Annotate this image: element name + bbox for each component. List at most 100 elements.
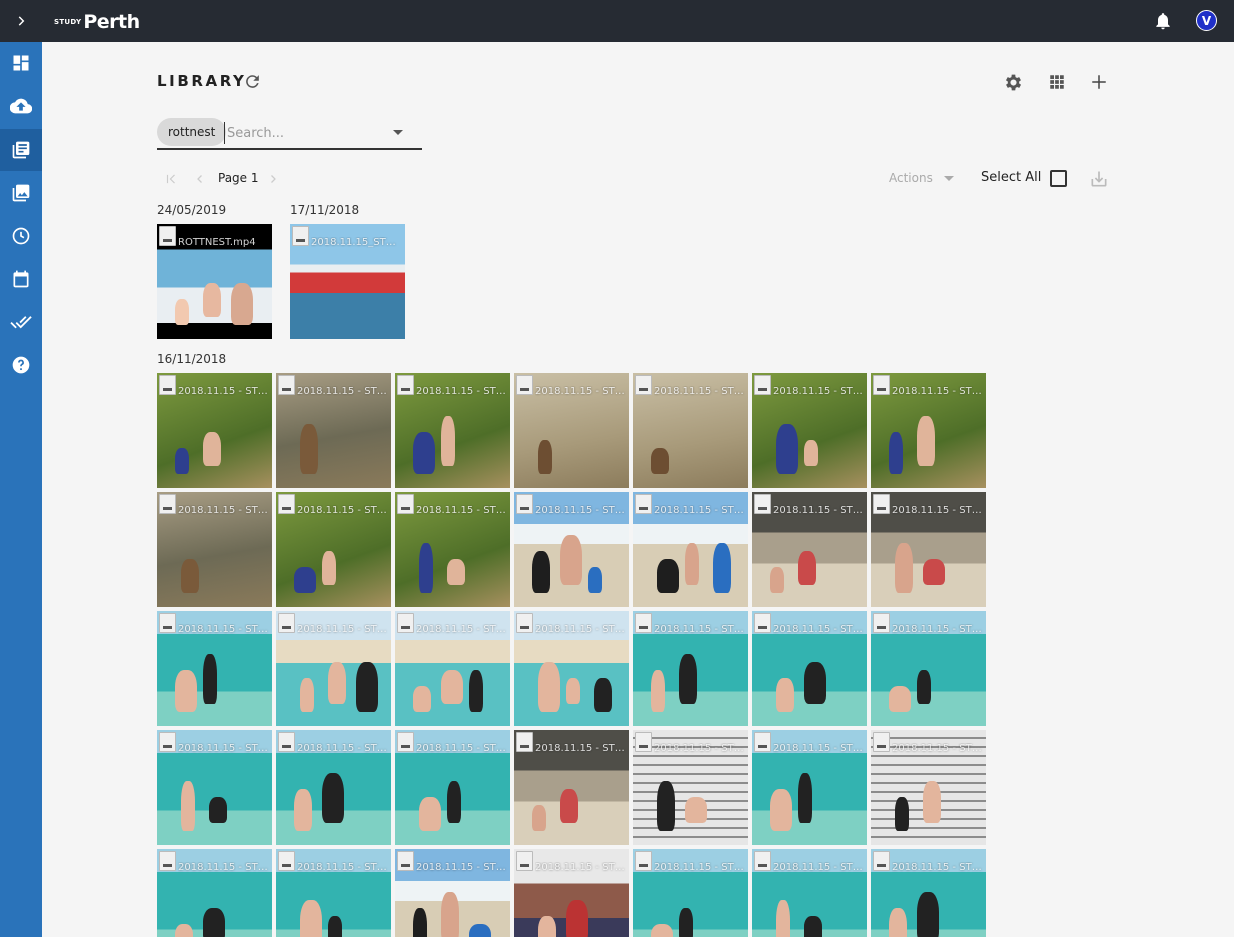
add-button[interactable] (1088, 71, 1110, 93)
chevron-right-icon (18, 16, 25, 26)
cloud-upload-icon (10, 98, 32, 114)
photo-figure (776, 678, 794, 712)
media-thumbnail[interactable]: 2018.11.15 - STUD... (395, 611, 510, 726)
media-thumbnail[interactable]: 2018.11.15 - STUD... (276, 730, 391, 845)
media-thumbnail[interactable]: 2018.11.15 - STUD... (514, 611, 629, 726)
media-thumbnail[interactable]: 2018.11.15 - STUD... (514, 849, 629, 937)
photo-figure (538, 916, 556, 937)
filter-chip[interactable]: rottnest (157, 118, 227, 146)
media-thumbnail[interactable]: 2018.11.15 - STUD... (514, 373, 629, 488)
file-type-icon (516, 732, 533, 752)
sidebar-item-calendar[interactable] (0, 258, 42, 300)
media-thumbnail[interactable]: 2018.11.15 - STUD... (871, 492, 986, 607)
photo-figure (685, 543, 699, 585)
dashboard-icon (13, 55, 29, 71)
sidebar-item-history[interactable] (0, 215, 42, 257)
media-thumbnail[interactable]: 2018.11.15 - STUD... (633, 492, 748, 607)
settings-button[interactable] (1002, 71, 1024, 93)
photo-figure (679, 654, 697, 704)
file-type-icon (159, 732, 176, 752)
file-type-icon (159, 494, 176, 514)
file-type-icon (159, 613, 176, 633)
media-thumbnail[interactable]: 2018.11.15 - STUD... (157, 849, 272, 937)
photo-figure (657, 559, 679, 593)
select-all-label: Select All (981, 170, 1042, 185)
file-name: 2018.11.15 - STUD... (178, 624, 270, 635)
photo-figure (181, 781, 195, 831)
media-thumbnail[interactable]: 2018.11.15 - STUD... (395, 849, 510, 937)
file-name: 2018.11.15 - STUD... (654, 624, 746, 635)
file-type-icon (278, 613, 295, 633)
media-thumbnail[interactable]: 2018.11.15 - STUD... (633, 611, 748, 726)
media-thumbnail[interactable]: 2018.11.15 - STUD... (395, 730, 510, 845)
media-thumbnail[interactable]: ROTTNEST.mp4 (157, 224, 272, 339)
media-thumbnail[interactable]: 2018.11.15 - STUD... (752, 730, 867, 845)
media-thumbnail[interactable]: 2018.11.15 - STUD... (157, 611, 272, 726)
search-dropdown-icon[interactable] (393, 130, 403, 135)
search-input[interactable] (224, 122, 384, 144)
media-thumbnail[interactable]: 2018.11.15 - STUD... (871, 849, 986, 937)
file-type-icon (635, 613, 652, 633)
select-all-checkbox[interactable] (1050, 170, 1067, 187)
file-type-icon (516, 851, 533, 871)
media-thumbnail[interactable]: 2018.11.15_STUD... (290, 224, 405, 339)
media-thumbnail[interactable]: 2018.11.15 - STUD... (633, 373, 748, 488)
clock-icon (12, 227, 30, 245)
media-thumbnail[interactable]: 2018.11.15 - STUD... (514, 730, 629, 845)
help-icon (12, 356, 30, 374)
actions-dropdown[interactable]: Actions (889, 171, 933, 185)
media-thumbnail[interactable]: 2018.11.15 - STUD... (276, 849, 391, 937)
media-thumbnail[interactable]: 2018.11.15 - STUD... (752, 492, 867, 607)
media-thumbnail[interactable]: 2018.11.15 - STUD... (276, 492, 391, 607)
expand-sidebar-button[interactable] (0, 0, 42, 42)
file-type-icon (754, 613, 771, 633)
file-type-icon (635, 375, 652, 395)
media-thumbnail[interactable]: 2018.11.15 - STUD... (157, 492, 272, 607)
actions-dropdown-icon[interactable] (944, 176, 954, 181)
next-page-button[interactable] (265, 171, 281, 187)
media-thumbnail[interactable]: 2018.11.15 - STUD... (752, 849, 867, 937)
group-date-label: 16/11/2018 (157, 352, 227, 366)
media-thumbnail[interactable]: 2018.11.15 - STUD... (276, 373, 391, 488)
file-name: 2018.11.15 - STUD... (297, 743, 389, 754)
file-name: 2018.11.15 - STUD... (178, 743, 270, 754)
photo-figure (413, 686, 431, 712)
file-name: 2018.11.15 - STUD... (654, 505, 746, 516)
media-thumbnail[interactable]: 2018.11.15 - STUD... (514, 492, 629, 607)
prev-page-button[interactable] (192, 171, 208, 187)
studyperth-logo[interactable]: STUDY Perth (54, 7, 140, 33)
media-thumbnail[interactable]: 2018.11.15 - STUD... (871, 373, 986, 488)
file-name: ROTTNEST.mp4 (178, 237, 256, 248)
refresh-icon[interactable] (243, 72, 262, 91)
media-thumbnail[interactable]: 2018.11.15 - STUD... (157, 373, 272, 488)
page-title: LIBRARY (157, 72, 247, 90)
media-thumbnail[interactable]: 2018.11.15 - STUD... (276, 611, 391, 726)
library-icon (12, 141, 30, 159)
media-thumbnail[interactable]: 2018.11.15 - STUD... (395, 492, 510, 607)
file-name: 2018.11.15 - STUD... (416, 743, 508, 754)
sidebar-item-upload[interactable] (0, 85, 42, 127)
sidebar-item-gallery[interactable] (0, 172, 42, 214)
media-thumbnail[interactable]: 2018.11.15 - STUD... (157, 730, 272, 845)
sidebar-item-dashboard[interactable] (0, 42, 42, 84)
sidebar-item-library[interactable] (0, 129, 42, 171)
grid-view-button[interactable] (1046, 71, 1068, 93)
sidebar-item-help[interactable] (0, 344, 42, 386)
first-page-button[interactable] (163, 171, 179, 187)
photo-figure (923, 781, 941, 823)
media-thumbnail[interactable]: 2018.11.15 - STUD... (633, 730, 748, 845)
media-thumbnail[interactable]: 2018.11.15 - STUD... (395, 373, 510, 488)
download-icon[interactable] (1089, 169, 1109, 189)
file-name: 2018.11.15 - STUD... (535, 624, 627, 635)
file-name: 2018.11.15 - STUD... (654, 386, 746, 397)
sidebar-item-approvals[interactable] (0, 301, 42, 343)
media-thumbnail[interactable]: 2018.11.15 - STUD... (871, 730, 986, 845)
file-type-icon (278, 732, 295, 752)
media-thumbnail[interactable]: 2018.11.15 - STUD... (871, 611, 986, 726)
media-thumbnail[interactable]: 2018.11.15 - STUD... (633, 849, 748, 937)
media-thumbnail[interactable]: 2018.11.15 - STUD... (752, 373, 867, 488)
bell-icon[interactable] (1153, 11, 1173, 31)
media-thumbnail[interactable]: 2018.11.15 - STUD... (752, 611, 867, 726)
avatar[interactable]: V (1196, 10, 1217, 31)
photo-figure (294, 567, 316, 593)
